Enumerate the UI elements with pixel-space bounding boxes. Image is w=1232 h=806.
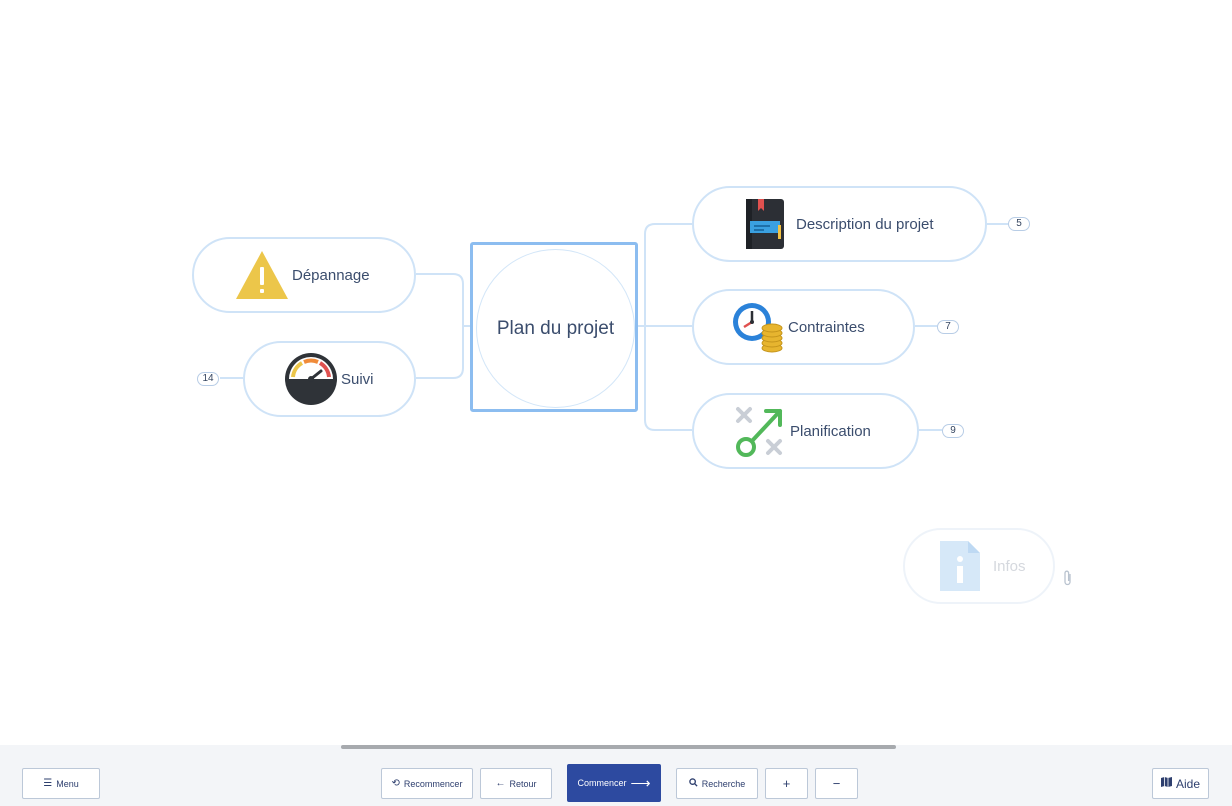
arrow-left-icon: ← [495,777,506,789]
topic-description-label: Description du projet [796,215,934,233]
paperclip-icon[interactable] [1063,570,1073,589]
topic-suivi[interactable]: Suivi [243,341,416,417]
central-topic-label: Plan du projet [496,317,615,339]
topic-infos[interactable]: Infos [903,528,1055,604]
topic-planification[interactable]: Planification [692,393,919,469]
topic-suivi-label: Suivi [341,370,374,388]
topic-depannage[interactable]: Dépannage [192,237,416,313]
aide-button-label: Aide [1175,776,1201,791]
suivi-count-badge[interactable]: 14 [197,372,219,386]
topic-depannage-label: Dépannage [292,266,370,284]
arrow-right-icon: ⟶ [630,775,651,791]
recherche-button[interactable]: Recherche [676,768,758,799]
recherche-button-label: Recherche [701,778,746,789]
topic-description-du-projet[interactable]: Description du projet [692,186,987,262]
description-count-badge[interactable]: 5 [1008,217,1030,231]
aide-button[interactable]: Aide [1152,768,1209,799]
zoom-out-label: − [832,776,841,791]
central-topic-circle: Plan du projet [476,249,635,408]
notebook-icon [732,197,796,251]
clock-coins-icon [728,300,788,354]
strategy-arrow-icon [730,403,790,459]
topic-contraintes[interactable]: Contraintes [692,289,915,365]
topic-contraintes-label: Contraintes [788,318,865,336]
commencer-button[interactable]: Commencer ⟶ [567,764,661,802]
horizontal-scrollbar[interactable] [341,745,896,749]
retour-button[interactable]: ← Retour [480,768,552,799]
planification-count-badge[interactable]: 9 [942,424,964,438]
mind-map-canvas[interactable]: Plan du projet Description du projet 5 C… [0,0,1232,745]
recommencer-button[interactable]: ⟲ Recommencer [381,768,473,799]
search-icon [688,777,698,790]
menu-button[interactable]: ☰ Menu [22,768,100,799]
zoom-in-label: + [782,776,791,791]
retour-button-label: Retour [509,778,537,789]
zoom-out-button[interactable]: − [815,768,858,799]
info-document-icon [937,539,983,593]
warning-triangle-icon [232,249,292,301]
map-icon [1160,777,1172,790]
topic-infos-label: Infos [993,557,1026,575]
speedometer-icon [281,351,341,407]
commencer-button-label: Commencer [577,778,627,788]
topic-planification-label: Planification [790,422,871,440]
central-topic-node[interactable]: Plan du projet [470,242,638,412]
contraintes-count-badge[interactable]: 7 [937,320,959,334]
menu-button-label: Menu [56,778,79,789]
hamburger-icon: ☰ [43,777,53,789]
restart-icon: ⟲ [391,777,400,789]
zoom-in-button[interactable]: + [765,768,808,799]
recommencer-button-label: Recommencer [403,778,463,789]
